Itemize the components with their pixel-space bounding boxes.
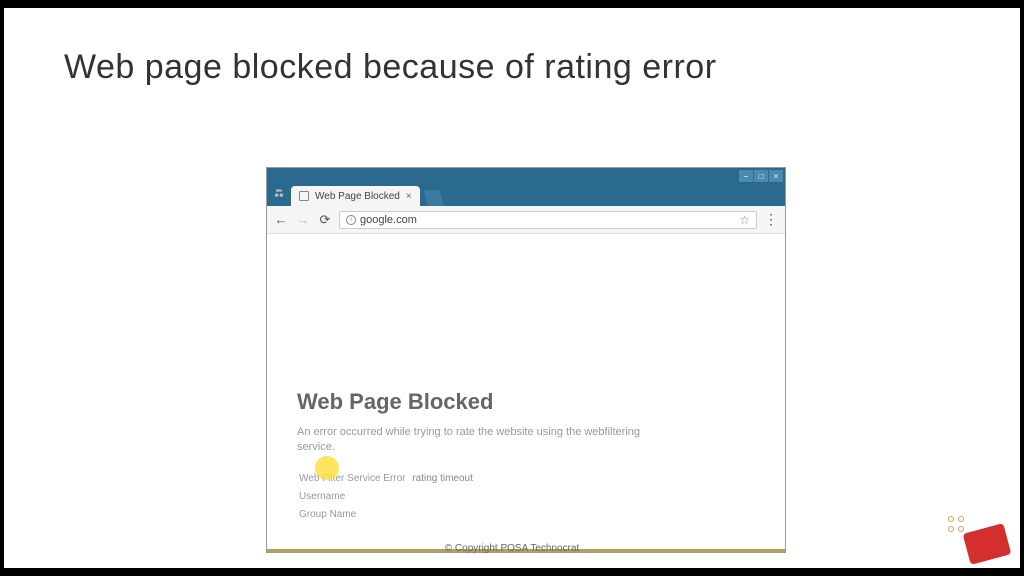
logo-dots-icon bbox=[948, 516, 964, 532]
blocked-heading: Web Page Blocked bbox=[297, 389, 755, 415]
detail-value: rating timeout bbox=[412, 473, 473, 484]
incognito-icon bbox=[271, 186, 287, 202]
detail-row: Username bbox=[297, 488, 755, 506]
tab-title: Web Page Blocked bbox=[315, 191, 400, 202]
back-button[interactable]: ← bbox=[273, 212, 289, 228]
address-bar: ← → ⟳ i google.com ☆ ⋮ bbox=[267, 206, 785, 234]
reload-button[interactable]: ⟳ bbox=[317, 212, 333, 228]
detail-label: Group Name bbox=[299, 506, 356, 524]
url-input[interactable]: i google.com ☆ bbox=[339, 211, 757, 229]
slide-footer-copyright: © Copyright POSA Technocrat bbox=[445, 543, 579, 554]
logo-diamond-icon bbox=[963, 523, 1012, 565]
cursor-highlight-icon bbox=[315, 456, 339, 480]
maximize-button[interactable]: □ bbox=[754, 170, 768, 182]
page-favicon-icon bbox=[299, 191, 309, 201]
blocked-message: An error occurred while trying to rate t… bbox=[297, 425, 677, 456]
tab-bar: Web Page Blocked × bbox=[267, 184, 785, 206]
browser-menu-icon[interactable]: ⋮ bbox=[763, 211, 779, 228]
new-tab-button[interactable] bbox=[424, 190, 444, 206]
url-text: google.com bbox=[360, 214, 417, 226]
slide-title: Web page blocked because of rating error bbox=[4, 8, 1020, 87]
window-title-bar: − □ × bbox=[267, 168, 785, 184]
detail-label: Username bbox=[299, 488, 345, 506]
close-button[interactable]: × bbox=[769, 170, 783, 182]
page-content: Web Page Blocked An error occurred while… bbox=[267, 234, 785, 544]
brand-logo bbox=[948, 510, 1008, 560]
site-info-icon[interactable]: i bbox=[346, 215, 356, 225]
slide-container: Web page blocked because of rating error… bbox=[4, 8, 1020, 568]
bookmark-star-icon[interactable]: ☆ bbox=[739, 213, 750, 227]
browser-window: − □ × Web Page Blocked × ← → ⟳ i google.… bbox=[266, 167, 786, 553]
tab-close-icon[interactable]: × bbox=[406, 191, 412, 202]
minimize-button[interactable]: − bbox=[739, 170, 753, 182]
detail-row: Group Name bbox=[297, 506, 755, 524]
forward-button[interactable]: → bbox=[295, 212, 311, 228]
browser-tab[interactable]: Web Page Blocked × bbox=[291, 186, 420, 206]
detail-row: Web Filter Service Error rating timeout bbox=[297, 470, 755, 488]
window-controls: − □ × bbox=[739, 170, 783, 182]
